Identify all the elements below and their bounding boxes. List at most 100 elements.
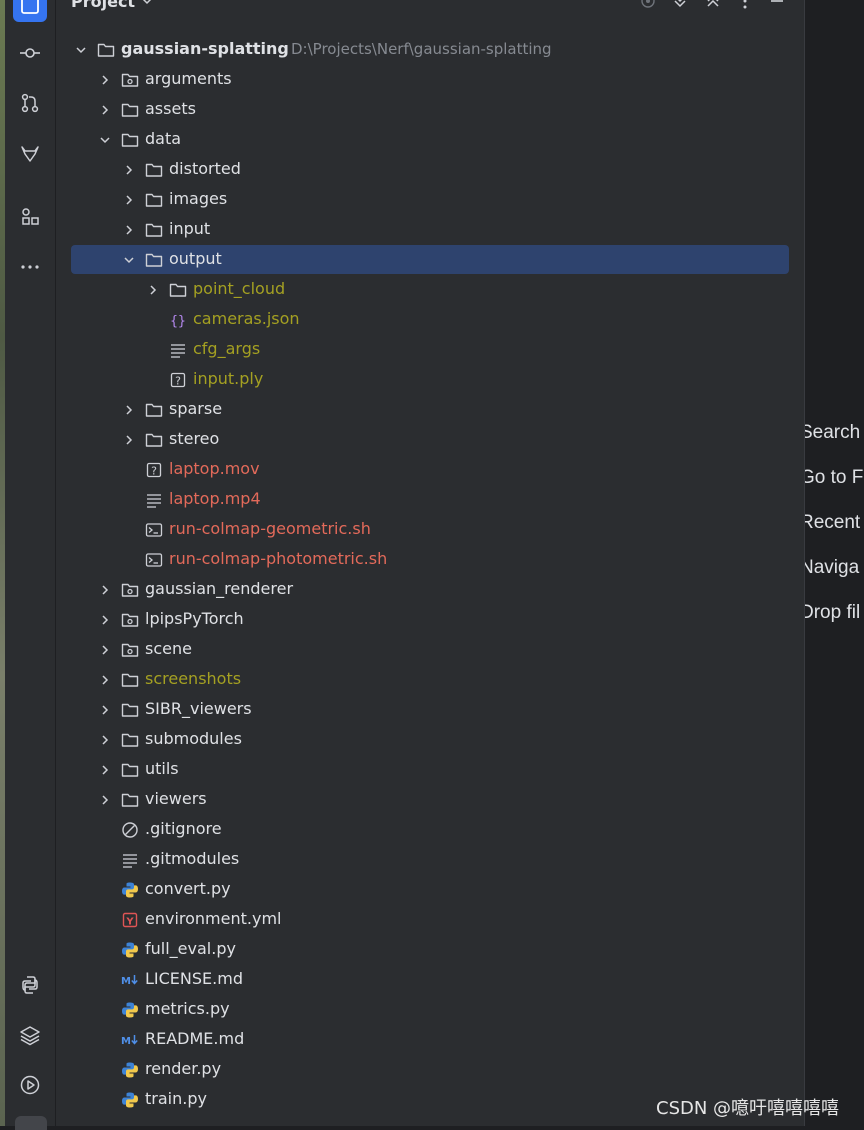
chevron-down-icon[interactable]: [74, 43, 88, 57]
yaml-icon: Y: [122, 912, 138, 928]
tree-row[interactable]: viewers: [56, 785, 804, 815]
tree-row[interactable]: {} cameras.json: [56, 305, 804, 335]
chevron-down-icon[interactable]: [98, 133, 112, 147]
chevron-down-icon[interactable]: [122, 253, 136, 267]
unknown-file-icon: ?: [170, 372, 186, 388]
layers-tool-button[interactable]: [13, 1018, 47, 1052]
services-tool-button[interactable]: [13, 1068, 47, 1102]
options-icon[interactable]: [736, 0, 754, 10]
chevron-right-icon[interactable]: [122, 163, 136, 177]
tree-row[interactable]: screenshots: [56, 665, 804, 695]
tree-row[interactable]: Yenvironment.yml: [56, 905, 804, 935]
chevron-right-icon[interactable]: [122, 193, 136, 207]
tree-item-label: laptop.mov: [169, 459, 260, 478]
tree-row[interactable]: ? input.ply: [56, 365, 804, 395]
chevron-right-icon[interactable]: [98, 73, 112, 87]
tree-root-row[interactable]: gaussian-splatting D:\Projects\Nerf\gaus…: [56, 35, 804, 65]
python-icon: [122, 882, 138, 898]
tree-row[interactable]: metrics.py: [56, 995, 804, 1025]
tree-row[interactable]: laptop.mp4: [56, 485, 804, 515]
folder-icon: [145, 193, 163, 207]
project-icon: [21, 0, 39, 14]
tree-row[interactable]: M LICENSE.md: [56, 965, 804, 995]
tree-item-label: .gitmodules: [145, 849, 240, 868]
tree-row[interactable]: .gitmodules: [56, 845, 804, 875]
chevron-right-icon[interactable]: [98, 733, 112, 747]
unknown-file-icon: ?: [146, 462, 162, 478]
tree-item-label: input.ply: [193, 369, 264, 388]
tree-row[interactable]: input: [56, 215, 804, 245]
chevron-right-icon[interactable]: [98, 793, 112, 807]
tree-row[interactable]: SIBR_viewers: [56, 695, 804, 725]
python-icon: [122, 942, 138, 958]
chevron-right-icon[interactable]: [98, 673, 112, 687]
tree-row[interactable]: arguments: [56, 65, 804, 95]
python-packages-tool-button[interactable]: [13, 968, 47, 1002]
chevron-right-icon[interactable]: [98, 103, 112, 117]
welcome-hint-drop-files: Drop fil: [805, 602, 861, 623]
tree-row[interactable]: data: [56, 125, 804, 155]
package-folder-icon: [121, 73, 139, 87]
chevron-right-icon[interactable]: [122, 223, 136, 237]
python-packages-icon: [22, 976, 38, 994]
chevron-right-icon[interactable]: [122, 433, 136, 447]
pull-requests-tool-button[interactable]: [13, 86, 47, 120]
tree-row[interactable]: images: [56, 185, 804, 215]
chevron-right-icon[interactable]: [98, 703, 112, 717]
tree-item-label: input: [169, 219, 211, 238]
folder-icon: [121, 793, 139, 807]
tree-row[interactable]: run-colmap-geometric.sh: [56, 515, 804, 545]
tree-row[interactable]: lpipsPyTorch: [56, 605, 804, 635]
tree-row[interactable]: convert.py: [56, 875, 804, 905]
chevron-right-icon[interactable]: [98, 643, 112, 657]
tree-row[interactable]: assets: [56, 95, 804, 125]
tree-row[interactable]: render.py: [56, 1055, 804, 1085]
tree-item-label: gaussian_renderer: [145, 579, 294, 598]
tree-row[interactable]: point_cloud: [56, 275, 804, 305]
folder-icon: [169, 283, 187, 297]
tree-item-label: environment.yml: [145, 909, 282, 928]
tree-item-label: scene: [145, 639, 192, 658]
chevron-down-icon[interactable]: [140, 0, 154, 8]
chevron-right-icon[interactable]: [98, 763, 112, 777]
tree-row[interactable]: run-colmap-photometric.sh: [56, 545, 804, 575]
expand-all-icon[interactable]: [671, 0, 689, 10]
chevron-right-icon[interactable]: [122, 403, 136, 417]
tree-item-label: metrics.py: [145, 999, 230, 1018]
tree-row[interactable]: utils: [56, 755, 804, 785]
structure-tool-button[interactable]: [13, 200, 47, 234]
tree-row[interactable]: sparse: [56, 395, 804, 425]
collapse-all-icon[interactable]: [704, 0, 722, 10]
chevron-right-icon[interactable]: [98, 583, 112, 597]
tree-item-label: run-colmap-photometric.sh: [169, 549, 388, 568]
tree-row[interactable]: submodules: [56, 725, 804, 755]
tree-item-label: render.py: [145, 1059, 222, 1078]
tree-row[interactable]: ? laptop.mov: [56, 455, 804, 485]
tree-row[interactable]: cfg_args: [56, 335, 804, 365]
tree-row[interactable]: stereo: [56, 425, 804, 455]
tree-row[interactable]: .gitignore: [56, 815, 804, 845]
gitlab-tool-button[interactable]: [13, 136, 47, 170]
tree-row[interactable]: output: [56, 245, 804, 275]
tree-row[interactable]: distorted: [56, 155, 804, 185]
shell-script-icon: [145, 553, 163, 567]
commit-tool-button[interactable]: [13, 36, 47, 70]
hide-panel-icon[interactable]: [768, 0, 786, 10]
more-tools-button[interactable]: [13, 250, 47, 284]
tree-row[interactable]: scene: [56, 635, 804, 665]
tree-row[interactable]: M README.md: [56, 1025, 804, 1055]
terminal-tool-button[interactable]: [15, 1116, 47, 1130]
tree-row[interactable]: gaussian_renderer: [56, 575, 804, 605]
tree-item-label: assets: [145, 99, 196, 118]
tree-row[interactable]: full_eval.py: [56, 935, 804, 965]
tree-item-label: utils: [145, 759, 179, 778]
folder-icon: [145, 403, 163, 417]
tree-item-label: SIBR_viewers: [145, 699, 252, 718]
tree-item-label: stereo: [169, 429, 220, 448]
chevron-right-icon[interactable]: [146, 283, 160, 297]
panel-title[interactable]: Project: [71, 0, 135, 11]
tree-item-label: point_cloud: [193, 279, 286, 298]
chevron-right-icon[interactable]: [98, 613, 112, 627]
project-tool-button[interactable]: [13, 0, 47, 22]
locate-icon[interactable]: [639, 0, 657, 10]
